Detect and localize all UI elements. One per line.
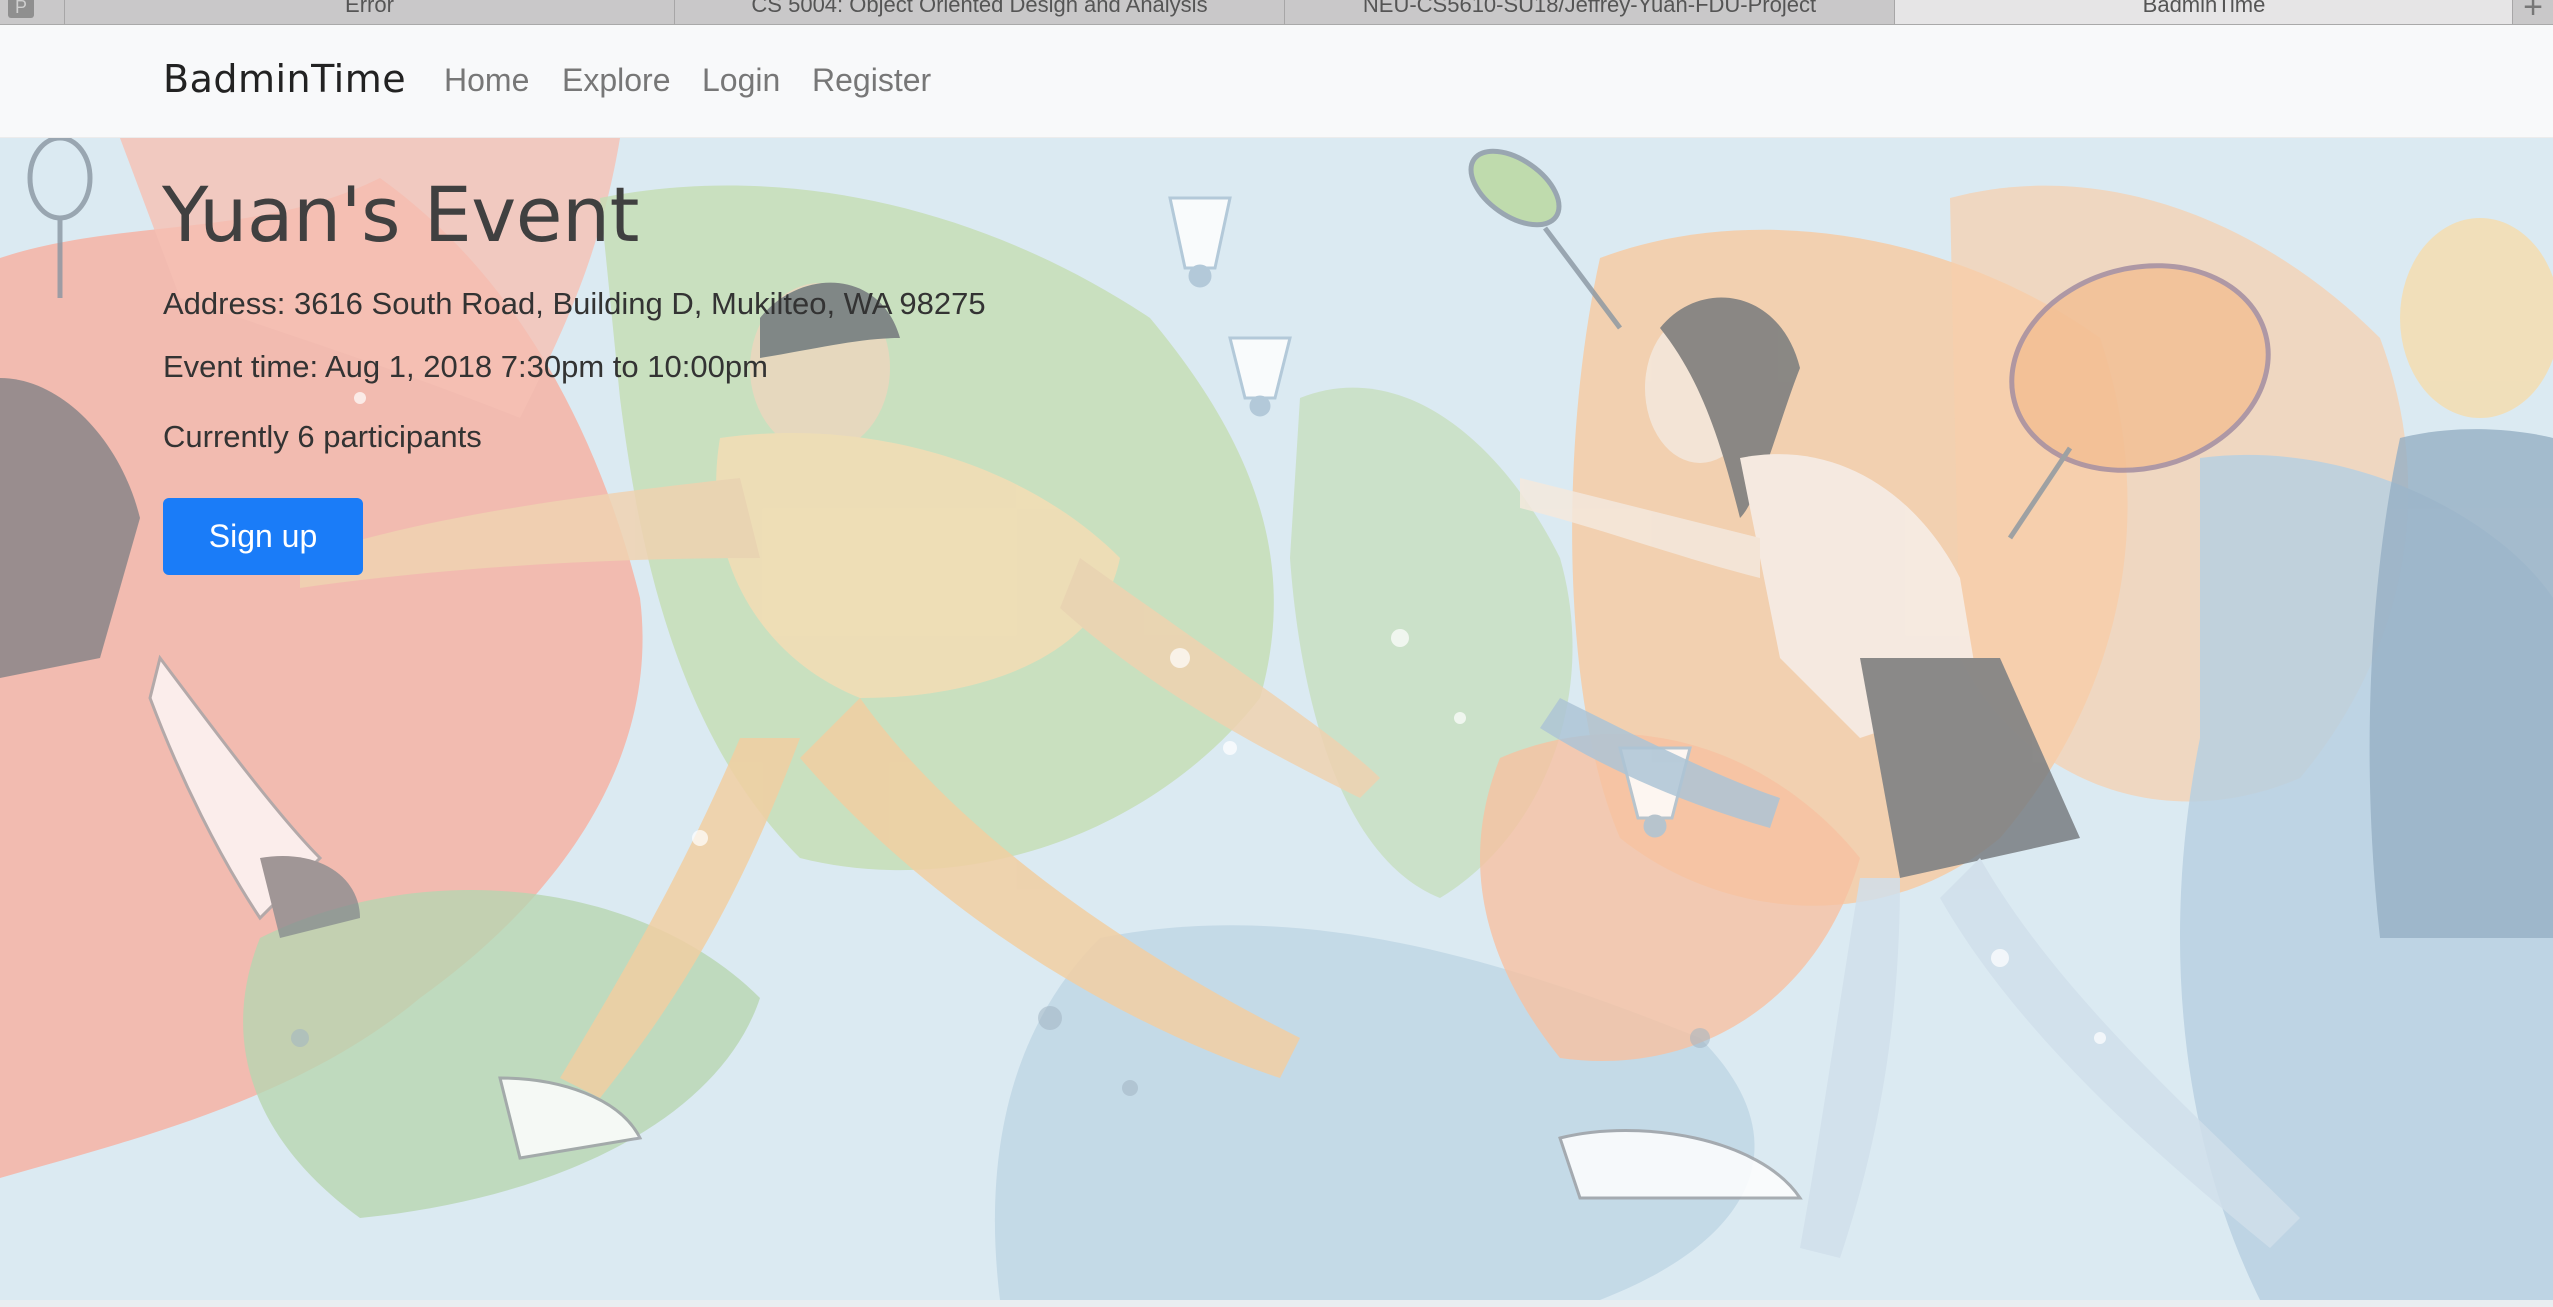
browser-tab-error[interactable]: Error <box>64 0 674 24</box>
browser-tab-github-project[interactable]: NEU-CS5610-SU18/Jeffrey-Yuan-FDU-Project <box>1284 0 1894 24</box>
sign-up-button[interactable]: Sign up <box>163 498 363 575</box>
plus-icon[interactable]: + <box>2512 0 2553 24</box>
browser-tab-badmintime[interactable]: BadminTime <box>1894 0 2513 24</box>
brand-logo[interactable]: BadminTime <box>163 57 406 101</box>
nav-link-register[interactable]: Register <box>812 62 931 99</box>
page-bottom-edge <box>0 1300 2553 1307</box>
event-time: Event time: Aug 1, 2018 7:30pm to 10:00p… <box>163 349 768 384</box>
event-address: Address: 3616 South Road, Building D, Mu… <box>163 286 986 321</box>
pinned-tab-icon[interactable]: P <box>8 0 34 18</box>
event-title: Yuan's Event <box>162 170 639 259</box>
event-participants-count: Currently 6 participants <box>163 419 482 454</box>
nav-link-login[interactable]: Login <box>702 62 780 99</box>
site-navbar: BadminTime Home Explore Login Register <box>0 25 2553 138</box>
browser-tab-cs5004[interactable]: CS 5004: Object Oriented Design and Anal… <box>674 0 1284 24</box>
nav-link-home[interactable]: Home <box>444 62 529 99</box>
event-hero: Yuan's Event Address: 3616 South Road, B… <box>0 138 2553 1300</box>
nav-link-explore[interactable]: Explore <box>562 62 671 99</box>
browser-tab-strip: P Error CS 5004: Object Oriented Design … <box>0 0 2553 25</box>
